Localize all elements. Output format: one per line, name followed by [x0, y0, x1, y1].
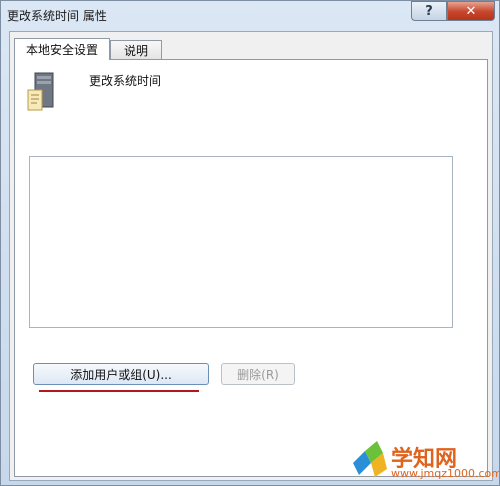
tab-local-security-setting[interactable]: 本地安全设置: [14, 38, 110, 60]
watermark-logo-icon: [353, 441, 387, 477]
dialog-client-area: 本地安全设置 说明 更改系统时间 添加用户或组(U)... 删除(R): [9, 31, 493, 481]
tab-panel: 更改系统时间 添加用户或组(U)... 删除(R): [14, 59, 488, 477]
watermark: 学知网 www.jmqz1000.com: [349, 439, 500, 483]
properties-dialog: 更改系统时间 属性 ? ✕ 本地安全设置 说明 更改系统时间 添加用户或组(U)…: [0, 0, 500, 486]
server-policy-icon: [27, 72, 54, 111]
users-groups-list[interactable]: [29, 156, 453, 328]
help-button[interactable]: ?: [411, 1, 447, 21]
add-user-or-group-button[interactable]: 添加用户或组(U)...: [33, 363, 209, 385]
annotation-underline: [39, 390, 199, 392]
remove-button[interactable]: 删除(R): [221, 363, 295, 385]
policy-name: 更改系统时间: [89, 74, 162, 88]
window-title: 更改系统时间 属性: [7, 9, 107, 23]
tab-explain[interactable]: 说明: [110, 40, 162, 60]
close-button[interactable]: ✕: [447, 1, 495, 21]
watermark-url: www.jmqz1000.com: [391, 467, 500, 480]
